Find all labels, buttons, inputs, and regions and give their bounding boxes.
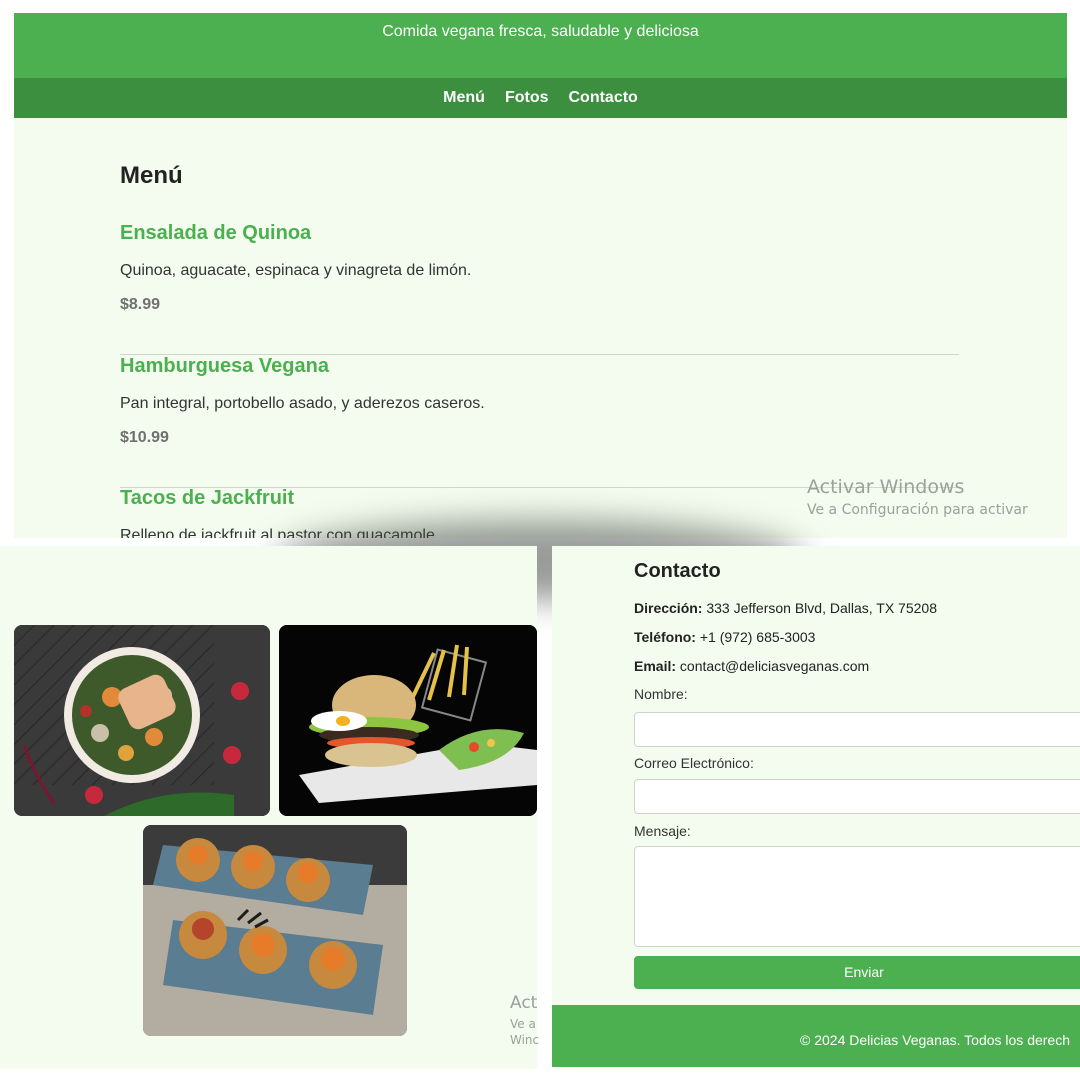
address-label: Dirección: [634,600,703,616]
main-nav: Menú Fotos Contacto [14,78,1067,118]
site-header: Comida vegana fresca, saludable y delici… [14,13,1067,78]
nav-link-menu[interactable]: Menú [433,89,495,107]
contact-address: Dirección: 333 Jefferson Blvd, Dallas, T… [634,600,937,616]
activate-windows-line1-partial: Ve a [510,1017,536,1031]
activate-windows-title: Activar Windows [807,476,965,498]
salad-bowl-photo [14,625,270,816]
menu-item-name: Hamburguesa Vegana [120,355,329,377]
phone-value: +1 (972) 685-3003 [699,629,816,645]
message-field[interactable] [634,846,1080,947]
nav-link-contacto[interactable]: Contacto [559,89,648,107]
phone-label: Teléfono: [634,629,696,645]
activate-windows-title-partial: Act [510,993,538,1013]
menu-item-description: Quinoa, aguacate, espinaca y vinagreta d… [120,262,472,279]
email-field[interactable] [634,779,1080,814]
menu-item-price: $10.99 [120,429,169,446]
contact-phone: Teléfono: +1 (972) 685-3003 [634,629,815,645]
vegan-burger-photo [279,625,537,816]
menu-item: Hamburguesa Vegana Pan integral, portobe… [120,355,959,488]
contact-panel: Contacto Dirección: 333 Jefferson Blvd, … [552,546,1080,1067]
email-label: Email: [634,658,677,674]
nav-link-fotos[interactable]: Fotos [495,89,559,107]
activate-windows-line2-partial: Winc [510,1033,540,1047]
photos-panel [0,546,537,1069]
tacos-photo [143,825,407,1036]
header-tagline: Comida vegana fresca, saludable y delici… [382,23,699,40]
menu-item-name: Ensalada de Quinoa [120,222,312,244]
site-footer: © 2024 Delicias Veganas. Todos los derec… [552,1005,1080,1067]
contact-email: Email: contact@deliciasveganas.com [634,658,869,674]
menu-item: Ensalada de Quinoa Quinoa, aguacate, esp… [120,222,959,355]
submit-button[interactable]: Enviar [634,956,1080,989]
email-field-label: Correo Electrónico: [634,755,754,771]
address-value: 333 Jefferson Blvd, Dallas, TX 75208 [706,600,937,616]
email-value[interactable]: contact@deliciasveganas.com [680,658,869,674]
activate-windows-subtitle: Ve a Configuración para activar [807,502,1028,518]
menu-title: Menú [120,162,183,189]
message-field-label: Mensaje: [634,823,691,839]
menu-item-price: $8.99 [120,296,161,313]
menu-item-description: Pan integral, portobello asado, y aderez… [120,395,485,412]
name-field-label: Nombre: [634,686,688,702]
menu-item-name: Tacos de Jackfruit [120,487,295,509]
footer-copyright: © 2024 Delicias Veganas. Todos los derec… [800,1032,1071,1048]
contact-title: Contacto [634,560,721,582]
name-field[interactable] [634,712,1080,747]
top-screenshot-panel: Comida vegana fresca, saludable y delici… [14,13,1067,538]
